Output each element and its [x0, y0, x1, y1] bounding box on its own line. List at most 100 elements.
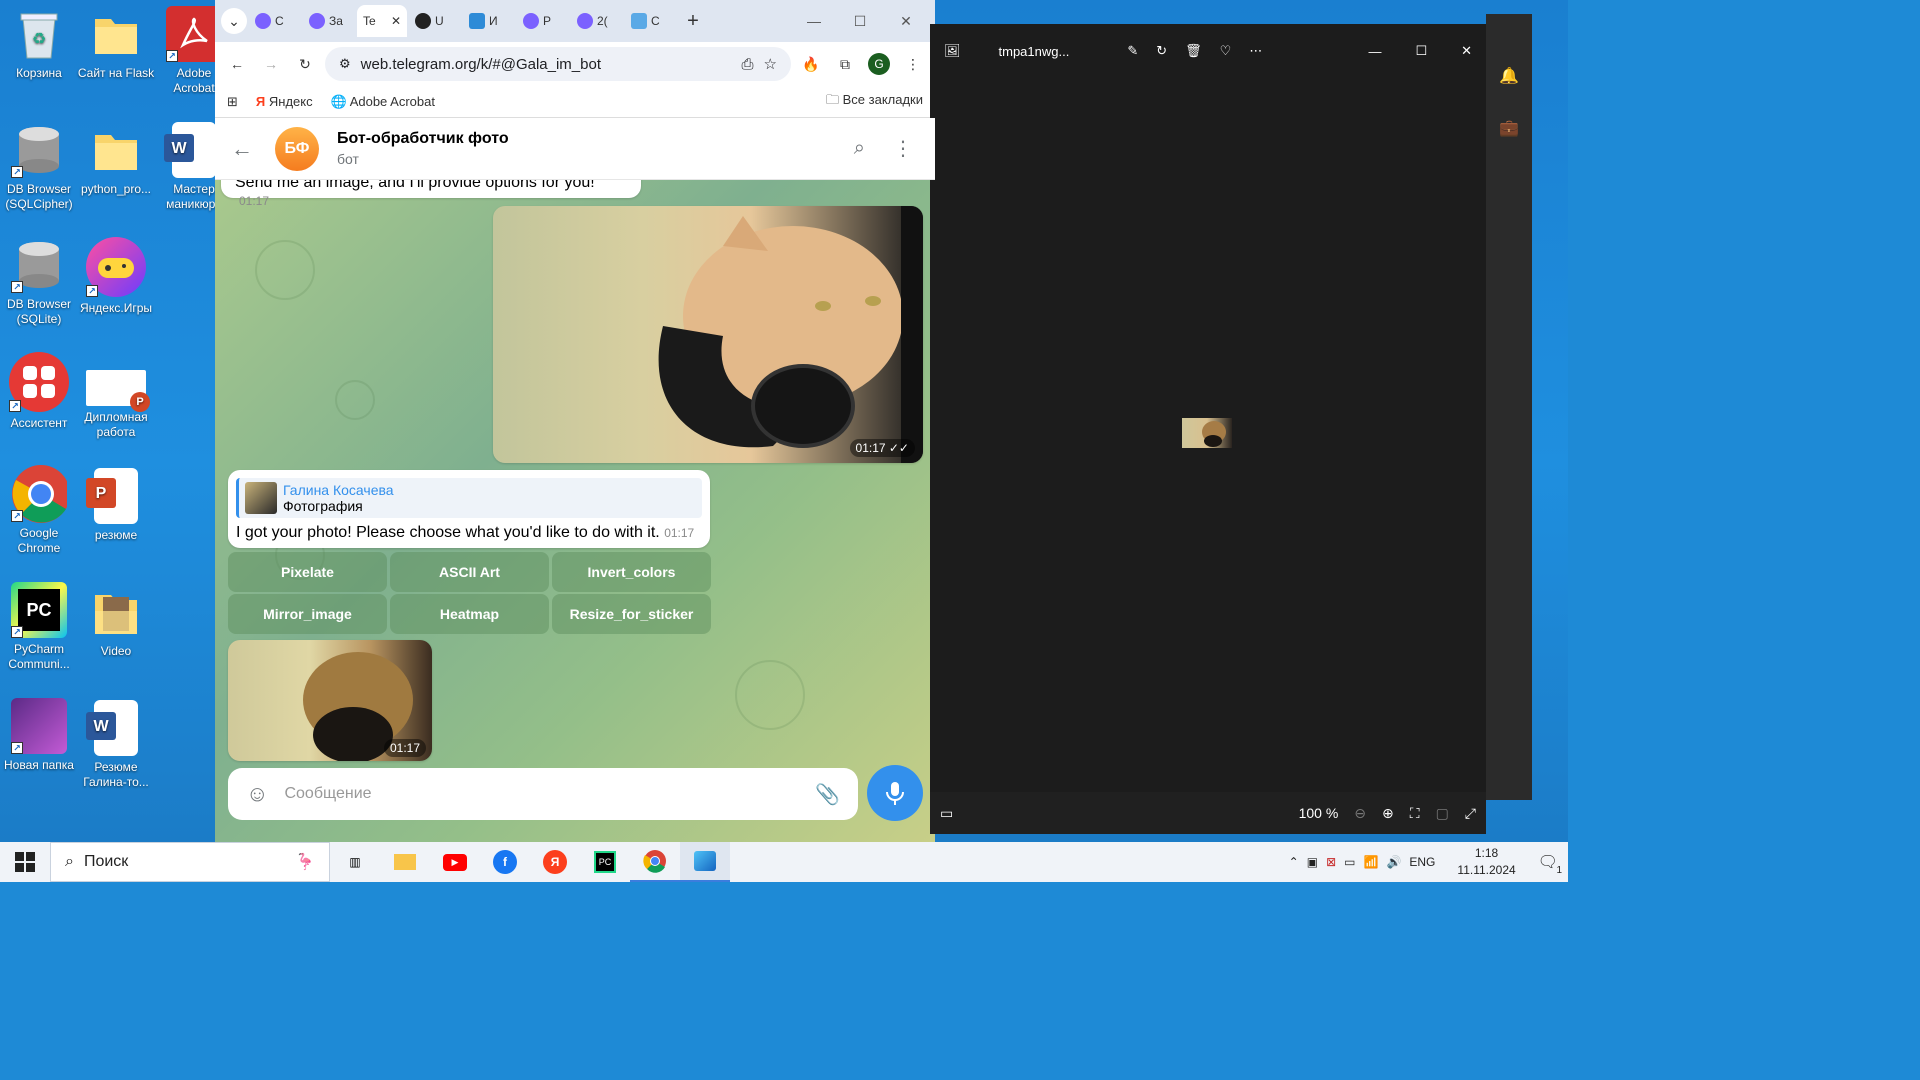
rotate-icon[interactable]: ↻ — [1156, 43, 1167, 59]
emoji-icon[interactable]: ☺ — [246, 781, 268, 807]
clock[interactable]: 1:18 11.11.2024 — [1457, 845, 1515, 879]
taskbar-chrome[interactable] — [630, 842, 680, 882]
bookmark-acrobat[interactable]: 🌐 Adobe Acrobat — [331, 94, 435, 110]
desktop-icon-db-browser-sqlite[interactable]: ↗ DB Browser (SQLite) — [0, 237, 78, 327]
button-ascii-art[interactable]: ASCII Art — [390, 552, 549, 592]
close-button[interactable]: ✕ — [1461, 43, 1472, 59]
button-invert-colors[interactable]: Invert_colors — [552, 552, 711, 592]
language-indicator[interactable]: ENG — [1409, 855, 1435, 869]
filmstrip-icon[interactable]: ▭ — [940, 805, 953, 822]
desktop-icon-python-pro[interactable]: python_pro... — [77, 122, 155, 197]
all-bookmarks[interactable]: 🗀 Все закладки — [826, 91, 923, 113]
result-photo[interactable]: 01:17 — [228, 640, 432, 761]
profile-avatar[interactable]: G — [865, 50, 893, 78]
notifications-button[interactable]: 🗨 1 — [1538, 852, 1562, 876]
tab-github[interactable]: U — [409, 5, 461, 37]
tab-6[interactable]: Р — [517, 5, 569, 37]
tab-2[interactable]: За — [303, 5, 355, 37]
edit-icon[interactable]: ✎ — [1127, 43, 1138, 59]
button-resize-for-sticker[interactable]: Resize_for_sticker — [552, 594, 711, 634]
desktop-icon-google-chrome[interactable]: ↗ Google Chrome — [0, 465, 78, 556]
site-info-icon[interactable]: ⚙ — [339, 56, 351, 72]
briefcase-icon[interactable]: 💼 — [1499, 118, 1519, 138]
tab-strip: ⌄ С За Te ✕ U И Р 2( С + — ☐ ✕ — [215, 0, 935, 42]
search-icon[interactable]: ⌕ — [854, 137, 865, 160]
desktop-icon-yandex-games[interactable]: ↗ Яндекс.Игры — [77, 237, 155, 316]
desktop-icon-new-folder[interactable]: ↗ Новая папка — [0, 698, 78, 773]
chevron-up-icon[interactable]: ⌃ — [1289, 855, 1299, 869]
tab-fix[interactable]: И — [463, 5, 515, 37]
tab-telegram[interactable]: Te ✕ — [357, 5, 407, 37]
zoom-out-icon[interactable]: ⊖ — [1354, 805, 1366, 822]
button-pixelate[interactable]: Pixelate — [228, 552, 387, 592]
back-arrow-icon[interactable]: ← — [231, 136, 253, 162]
bell-icon[interactable]: 🔔 — [1499, 66, 1519, 86]
taskbar-explorer[interactable] — [380, 842, 430, 882]
address-bar[interactable]: ⚙ web.telegram.org/k/#@Gala_im_bot ⎙ ☆ — [325, 47, 791, 81]
photos-icon — [694, 851, 716, 871]
desktop-icon-db-browser-sqlcipher[interactable]: ↗ DB Browser (SQLCipher) — [0, 122, 78, 212]
bookmark-star-icon[interactable]: ☆ — [764, 55, 777, 73]
attach-icon[interactable]: 📎 — [815, 782, 840, 807]
security-icon[interactable]: ⊠ — [1326, 855, 1336, 869]
maximize-button[interactable]: ☐ — [837, 5, 883, 37]
forward-button[interactable]: → — [257, 50, 285, 78]
minimize-button[interactable]: — — [791, 5, 837, 37]
tab-8[interactable]: С — [625, 5, 677, 37]
message-input[interactable]: ☺ Сообщение 📎 — [228, 768, 858, 820]
more-options-icon[interactable]: ⋯ — [1249, 43, 1262, 59]
button-mirror-image[interactable]: Mirror_image — [228, 594, 387, 634]
tab-search-button[interactable]: ⌄ — [221, 8, 247, 34]
desktop-icon-resume-ppt[interactable]: P резюме — [77, 468, 155, 543]
extension-fire-icon[interactable]: 🔥 — [797, 50, 825, 78]
desktop-icon-diploma[interactable]: P Дипломная работа — [77, 370, 155, 440]
desktop-icon-assistant[interactable]: ↗ Ассистент — [0, 352, 78, 431]
menu-icon[interactable]: ⋮ — [899, 50, 927, 78]
taskbar-photos[interactable] — [680, 842, 730, 882]
desktop-icon-recycle-bin[interactable]: ♻ Корзина — [0, 6, 78, 81]
new-tab-button[interactable]: + — [679, 7, 707, 35]
actual-size-icon[interactable]: ▢ — [1436, 805, 1449, 822]
taskbar-facebook[interactable]: f — [480, 842, 530, 882]
desktop-icon-flask-site[interactable]: Сайт на Flask — [77, 6, 155, 81]
meet-icon[interactable]: ▣ — [1307, 855, 1318, 869]
chat-subtitle: бот — [337, 151, 359, 167]
favorite-icon[interactable]: ♡ — [1220, 43, 1232, 59]
delete-icon[interactable]: 🗑 — [1185, 43, 1202, 59]
taskbar-yandex[interactable]: Я — [530, 842, 580, 882]
maximize-button[interactable]: ☐ — [1415, 43, 1427, 59]
bookmark-yandex[interactable]: Я Яндекс — [256, 94, 313, 109]
desktop-icon-resume-word[interactable]: W Резюме Галина-то... — [77, 700, 155, 790]
taskbar-search[interactable]: ⌕ Поиск 🦩 — [50, 842, 330, 882]
microphone-button[interactable] — [867, 765, 923, 821]
button-heatmap[interactable]: Heatmap — [390, 594, 549, 634]
fullscreen-icon[interactable]: ⤢ — [1465, 805, 1476, 822]
battery-icon[interactable]: ▭ — [1344, 855, 1355, 869]
tab-1[interactable]: С — [249, 5, 301, 37]
desktop-icon-pycharm[interactable]: PC ↗ PyCharm Communi... — [0, 582, 78, 672]
chat-info[interactable]: Бот-обработчик фото бот — [337, 130, 509, 167]
close-tab-icon[interactable]: ✕ — [391, 14, 401, 28]
sent-photo[interactable]: 01:17 ✓✓ — [493, 206, 923, 463]
task-view-button[interactable]: ▥ — [330, 842, 380, 882]
desktop-icon-video[interactable]: Video — [77, 584, 155, 659]
avatar[interactable]: БФ — [275, 126, 319, 171]
minimize-button[interactable]: — — [1368, 44, 1381, 59]
close-button[interactable]: ✕ — [883, 5, 929, 37]
tab-7[interactable]: 2( — [571, 5, 623, 37]
network-icon[interactable]: 📶 — [1363, 855, 1378, 869]
zoom-in-icon[interactable]: ⊕ — [1382, 805, 1394, 822]
apps-grid-icon[interactable]: ⊞ — [227, 94, 238, 110]
extensions-icon[interactable]: ⧉ — [831, 50, 859, 78]
taskbar-youtube[interactable]: ▶ — [430, 842, 480, 882]
back-button[interactable]: ← — [223, 50, 251, 78]
reply-quote[interactable]: Галина Косачева Фотография — [236, 478, 702, 518]
taskbar-pycharm[interactable]: PC — [580, 842, 630, 882]
taskbar: ⌕ Поиск 🦩 ▥ ▶ f Я PC ⌃ ▣ ⊠ ▭ 📶 🔊 ENG 1:1… — [0, 842, 1568, 882]
install-app-icon[interactable]: ⎙ — [742, 56, 754, 73]
start-button[interactable] — [0, 842, 50, 882]
fit-window-icon[interactable]: ⛶ — [1410, 805, 1420, 822]
more-icon[interactable]: ⋮ — [893, 136, 913, 161]
volume-icon[interactable]: 🔊 — [1386, 855, 1401, 869]
reload-button[interactable]: ↻ — [291, 50, 319, 78]
